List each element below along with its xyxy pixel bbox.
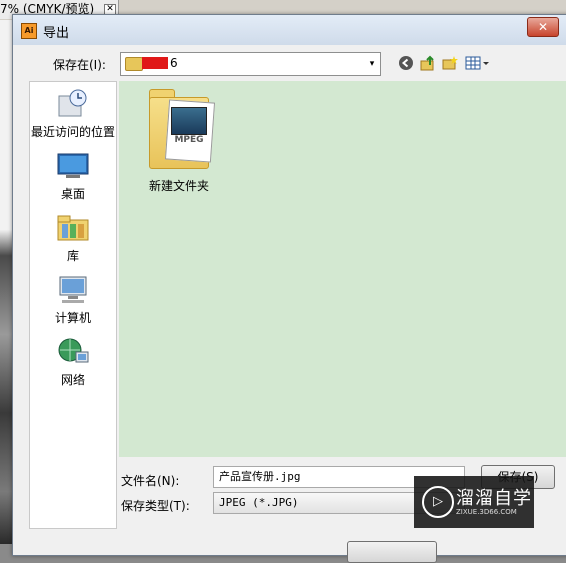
folder-icon xyxy=(125,57,143,71)
place-label: 最近访问的位置 xyxy=(30,125,115,139)
folder-item[interactable]: MPEG 新建文件夹 xyxy=(129,87,229,194)
network-icon xyxy=(56,336,90,368)
file-list[interactable]: MPEG 新建文件夹 xyxy=(119,81,566,457)
save-in-label: 保存在(I): xyxy=(53,58,106,72)
dialog-titlebar: Ai 导出 ✕ xyxy=(13,15,566,45)
chevron-down-icon[interactable]: ▾ xyxy=(364,53,380,75)
place-computer[interactable]: 计算机 xyxy=(30,274,116,326)
place-recent[interactable]: 最近访问的位置 xyxy=(30,88,116,140)
watermark: ▷ 溜溜自学 ZIXUE.3D66.COM xyxy=(414,476,534,528)
mpeg-folder-icon: MPEG xyxy=(149,87,216,169)
computer-icon xyxy=(56,274,90,306)
place-desktop[interactable]: 桌面 xyxy=(30,150,116,202)
recent-places-icon xyxy=(56,88,90,120)
filetype-label: 保存类型(T): xyxy=(121,499,190,513)
save-in-dropdown[interactable]: 6 ▾ xyxy=(120,52,381,76)
export-dialog: Ai 导出 ✕ 保存在(I): 6 ▾ 最近访问的位置 桌面 库 计算机 网络 … xyxy=(12,14,566,563)
mpeg-badge: MPEG xyxy=(174,135,204,145)
place-label: 桌面 xyxy=(60,187,85,201)
illustrator-app-icon: Ai xyxy=(21,23,37,39)
place-network[interactable]: 网络 xyxy=(30,336,116,388)
watermark-logo-icon: ▷ xyxy=(422,486,454,518)
redacted-folder-name xyxy=(142,57,168,69)
places-bar: 最近访问的位置 桌面 库 计算机 网络 xyxy=(29,81,117,529)
place-libraries[interactable]: 库 xyxy=(30,212,116,264)
place-label: 网络 xyxy=(60,373,85,387)
up-folder-icon[interactable] xyxy=(419,55,437,73)
place-label: 库 xyxy=(66,249,79,263)
view-menu-icon[interactable] xyxy=(465,55,491,73)
current-folder-label: 6 xyxy=(170,56,178,70)
place-label: 计算机 xyxy=(54,311,91,325)
close-button[interactable]: ✕ xyxy=(527,17,559,37)
desktop-icon xyxy=(56,150,90,182)
new-folder-icon[interactable] xyxy=(441,55,459,73)
filename-label: 文件名(N): xyxy=(121,474,180,488)
libraries-icon xyxy=(56,212,90,244)
bottom-button[interactable] xyxy=(347,541,437,563)
watermark-brand: 溜溜自学 xyxy=(456,488,532,509)
back-icon[interactable] xyxy=(397,55,415,73)
dialog-title: 导出 xyxy=(43,26,70,41)
folder-name: 新建文件夹 xyxy=(148,179,209,193)
watermark-url: ZIXUE.3D66.COM xyxy=(456,508,517,516)
